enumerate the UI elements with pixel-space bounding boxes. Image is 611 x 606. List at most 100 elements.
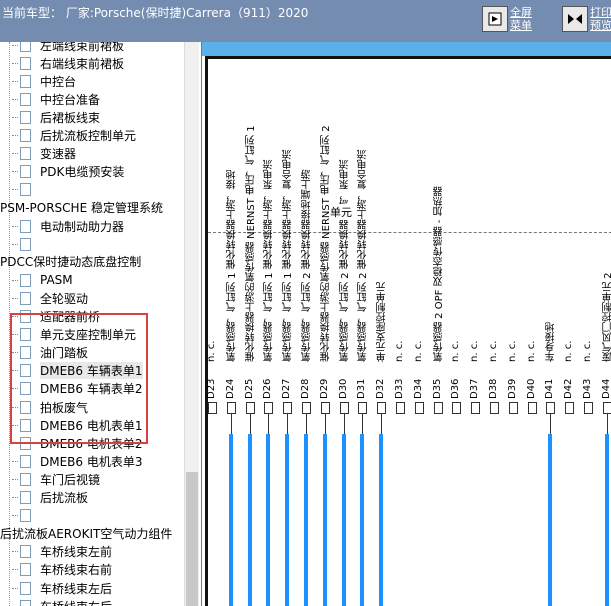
tree-category-label: 后扰流板AEROKIT空气动力组件 [0,526,173,541]
tree-category[interactable]: 后扰流板AEROKIT空气动力组件 [0,525,172,543]
document-icon [20,74,31,88]
pin-label: D35 [431,378,443,399]
connector-terminal [527,402,537,414]
connector-terminal [396,402,405,414]
tree-item[interactable]: 左端线束前裙板 [6,42,124,54]
tree-branch-line [12,515,18,517]
pin-label: D24 [224,378,236,399]
pin-label: D27 [281,378,293,399]
pin-label: D31 [356,378,368,399]
pin-description: 氧传感器，气缸列 1 催化转换器上游，复合电流 [283,149,295,362]
tree-branch-line [12,225,18,227]
tree-scrollbar-thumb[interactable] [186,472,198,606]
connector-stem [606,414,608,434]
connector-terminal [283,402,293,414]
document-icon [20,129,31,142]
pin-column: 氧传感器，气缸列 2 催化转换器上游，复合电流 D31 [354,42,373,606]
tree-item[interactable]: 后扰流板控制单元 [6,127,136,145]
connector-terminal [264,402,274,414]
tree-item[interactable] [6,235,40,253]
pin-description: n. c. [563,340,575,362]
connector-terminal [414,402,424,414]
tree-item-label: PASM [40,273,73,288]
connector-terminal [339,402,349,414]
tree-item[interactable]: 全轮驱动 [6,289,88,307]
tree-item[interactable]: 变速器 [6,145,76,163]
tree-item[interactable] [6,181,40,199]
connector-terminal [584,402,593,414]
tree-category[interactable]: PSM-PORSCHE 稳定管理系统 [0,199,163,217]
pin-description: n. c. [469,340,481,362]
connector-stem [268,414,270,434]
fullscreen-menu-button[interactable]: 全屏菜单 [482,6,538,34]
connector-terminal [245,402,255,414]
pin-description: 单元支座控制单元 [377,282,389,362]
tree-item[interactable]: 后扰流板 [6,489,88,507]
print-preview-label[interactable]: 打印预览 [590,6,611,32]
pin-label: D36 [450,378,462,399]
pin-column: n. c. D39 [505,42,524,606]
connector-stem [324,414,326,434]
tree-item[interactable]: 后裙板线束 [6,108,100,126]
tree-item[interactable]: 车桥线束右前 [6,561,112,579]
tree-item-label: PDK电缆预安装 [40,165,125,180]
tree-item-label: 后裙板线束 [40,110,101,125]
print-preview-button[interactable]: 打印预览 [562,6,611,34]
tree-item-label: 车门后视镜 [40,472,101,487]
pin-column: 废气风门控制单元 2 D44 [599,42,611,606]
pin-column: 氧传感器，气缸列 1 催化转换器上游，接地 D24 [223,42,242,606]
tree-item[interactable]: PASM [6,271,73,289]
pin-description: n. c. [394,340,405,362]
tree-item[interactable]: 中控台准备 [6,90,100,108]
pin-column: n. c. D42 [561,42,580,606]
tree-branch-line [12,135,18,136]
connector-terminal [452,402,462,414]
pin-column: 氧传感器，气缸列 2 催化转换器接地端上游 D28 [298,42,317,606]
tree-item[interactable] [6,507,40,525]
tree-branch-line [12,569,18,571]
fullscreen-menu-label[interactable]: 全屏菜单 [510,6,538,32]
pin-description: n. c. [506,340,518,362]
tree-item[interactable]: PDK电缆预安装 [6,163,124,181]
tree-scrollbar[interactable] [184,42,199,606]
connector-stem [362,414,364,434]
connector-stem [550,414,552,434]
document-icon [20,454,31,468]
tree-category[interactable]: PDCC保时捷动态底盘控制 [0,253,141,271]
wire [285,434,290,606]
tree-item-label: 中控台 [40,74,77,89]
tree-branch-line [12,62,18,64]
tree-item[interactable]: 车桥线束右后 [6,597,112,606]
tree-branch-line [12,189,18,191]
connector-terminal [565,402,575,414]
tree-item[interactable]: DMEB6 电机表单3 [6,452,143,470]
connector-terminal [471,402,481,414]
tree-item[interactable]: 车桥线束左前 [6,543,112,561]
highlight-box [10,313,148,444]
connector-stem [230,414,232,434]
pin-description: 氧传感器 2 OPF 双稳态传感器 - 加热器 [433,186,445,362]
tree-branch-line [12,116,18,118]
connector-terminal [377,402,387,414]
wire [360,434,365,606]
wire [228,434,233,606]
tree-item[interactable]: 中控台 [6,72,76,90]
tree-item[interactable]: 车门后视镜 [6,470,100,488]
connector-terminal [433,402,443,414]
pin-label: D32 [375,378,387,399]
pin-column: 氧传感器 2 OPF 双稳态传感器 - 加热器 D35 [430,42,449,606]
connector-terminal [602,402,611,414]
pin-description: n. c. [412,340,424,362]
tree-branch-line [12,98,18,100]
pin-description: 车身接地 [546,322,558,362]
tree-item[interactable]: 车桥线束左后 [6,579,112,597]
pin-label: D29 [318,378,330,399]
pin-column: 氧传感器，气缸列 1 催化转换器上游，泵电流 D26 [260,42,279,606]
wire [548,434,553,606]
connector-stem [306,414,307,434]
pin-description: 氧传感器，气缸列 2 催化转换器上游，复合电流 [358,149,370,362]
document-icon [20,291,31,305]
tree-item[interactable]: 电动制动助力器 [6,217,124,235]
tree-item[interactable]: 右端线束前裙板 [6,54,124,72]
pin-column: n. c. D36 [448,42,467,606]
